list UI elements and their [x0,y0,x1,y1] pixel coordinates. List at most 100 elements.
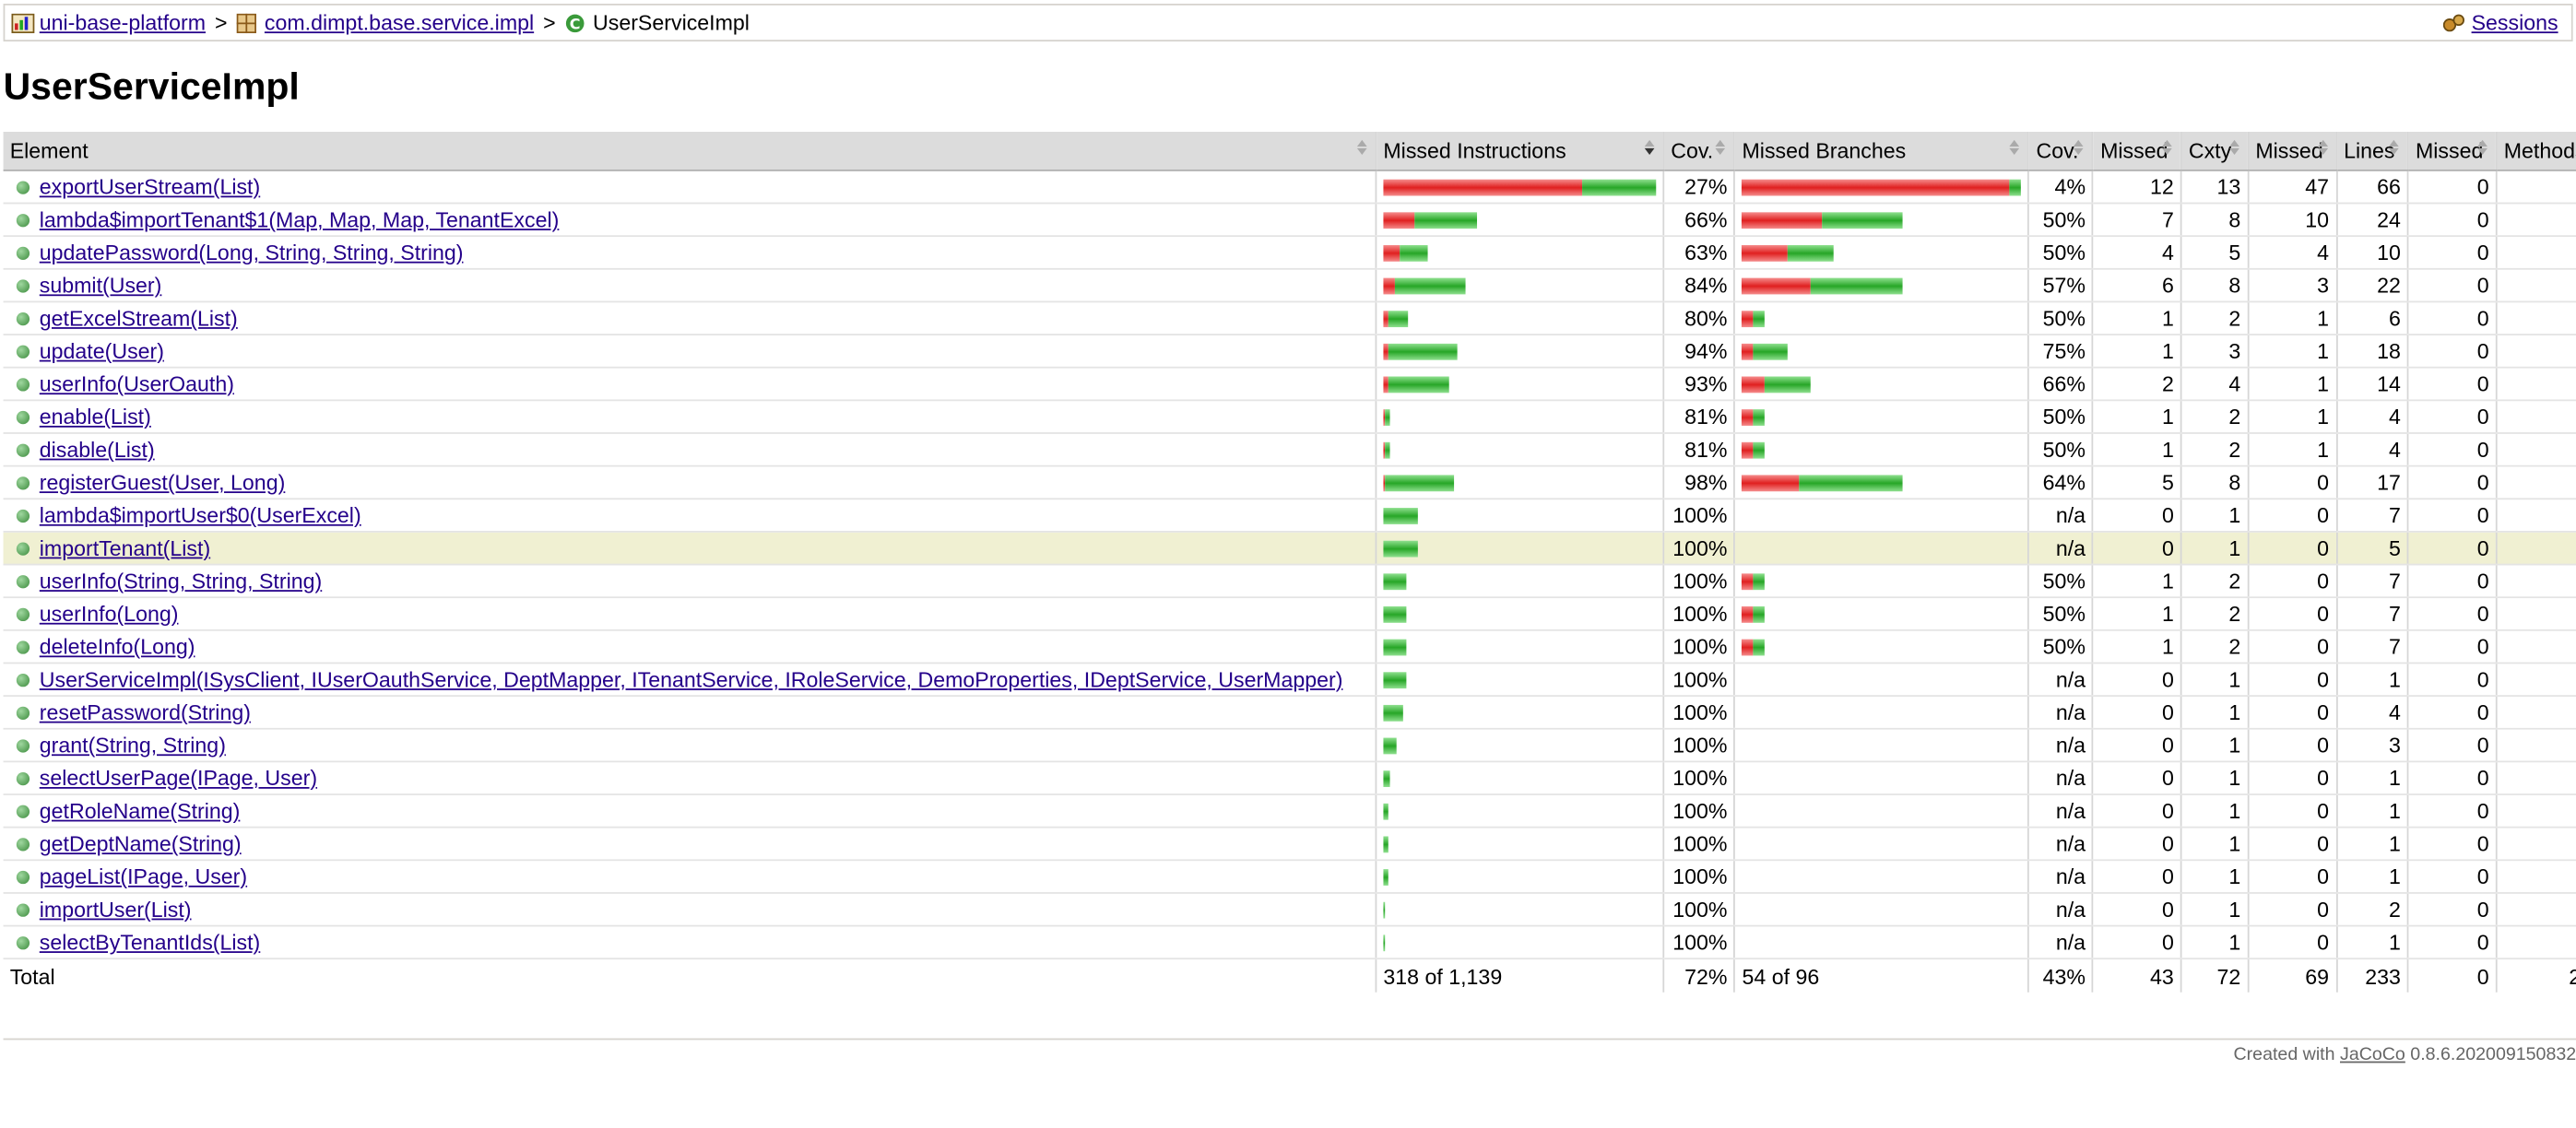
column-header-cxty-missed[interactable]: Missed [2092,131,2181,171]
total-methods-missed: 0 [2407,958,2497,993]
total-lines-missed: 69 [2247,958,2337,993]
branches-missed-bar [1742,639,1754,656]
breadcrumb-package-link[interactable]: com.dimpt.base.service.impl [265,10,534,35]
branches-missed-bar [1742,343,1754,360]
instructions-missed-bar [1383,244,1400,262]
instructions-covered-bar [1383,770,1390,788]
table-row: pageList(IPage, User)100%n/a010101 [3,860,2576,894]
method-link[interactable]: deleteInfo(Long) [40,634,195,659]
cxty-missed-cell: 0 [2092,827,2181,862]
lines-cell: 7 [2335,564,2408,599]
branches-bar-cell [1733,794,2029,828]
element-cell: selectByTenantIds(List) [3,925,1377,960]
footer: Created with JaCoCo 0.8.6.202009150832 [3,1038,2576,1064]
branches-bar-cell [1733,629,2029,664]
cxty-cell: 2 [2180,432,2249,467]
method-link[interactable]: submit(User) [40,273,162,298]
lines-cell: 4 [2335,432,2408,467]
column-header-missed-instructions[interactable]: Missed Instructions [1375,131,1664,171]
instructions-bar-cell [1375,925,1664,960]
element-cell: grant(String, String) [3,728,1377,763]
instr-cov-cell: 100% [1662,629,1735,664]
method-link[interactable]: exportUserStream(List) [40,174,260,199]
method-link[interactable]: lambda$importTenant$1(Map, Map, Map, Ten… [40,207,560,232]
branches-bar-cell [1733,335,2029,369]
methods-cell: 1 [2495,301,2576,335]
column-header-methods[interactable]: Methods [2495,131,2576,171]
method-link[interactable]: getDeptName(String) [40,831,242,856]
cxty-missed-cell: 5 [2092,465,2181,500]
sessions-link[interactable]: Sessions [2472,10,2558,35]
methods-cell: 1 [2495,400,2576,434]
cxty-cell: 1 [2180,892,2249,927]
method-link[interactable]: lambda$importUser$0(UserExcel) [40,503,361,528]
method-link[interactable]: userInfo(String, String, String) [40,569,322,593]
method-link[interactable]: userInfo(UserOauth) [40,371,234,396]
branch-cov-cell: n/a [2027,827,2094,862]
branches-covered-bar [1753,441,1766,459]
method-link[interactable]: importUser(List) [40,897,192,922]
cxty-cell: 1 [2180,728,2249,763]
cxty-missed-cell: 0 [2092,925,2181,960]
lines-cell: 66 [2335,170,2408,205]
method-link[interactable]: disable(List) [40,437,155,462]
table-row: getExcelStream(List)80%50%121601 [3,301,2576,335]
column-label: Lines [2344,138,2395,163]
branches-bar-cell [1733,860,2029,894]
methods-missed-cell: 0 [2407,432,2497,467]
element-cell: UserServiceImpl(ISysClient, IUserOauthSe… [3,663,1377,698]
column-header-instr-cov[interactable]: Cov. [1662,131,1735,171]
jacoco-link[interactable]: JaCoCo [2340,1045,2405,1064]
column-header-branch-cov[interactable]: Cov. [2027,131,2094,171]
branches-covered-bar [1788,244,1835,262]
cxty-missed-cell: 0 [2092,499,2181,533]
cxty-missed-cell: 0 [2092,794,2181,828]
method-link[interactable]: selectByTenantIds(List) [40,930,261,955]
methods-missed-cell: 0 [2407,367,2497,402]
column-header-missed-branches[interactable]: Missed Branches [1733,131,2029,171]
method-icon [16,805,30,818]
instr-cov-cell: 93% [1662,367,1735,402]
lines-cell: 7 [2335,499,2408,533]
method-link[interactable]: importTenant(List) [40,535,210,560]
table-row: getRoleName(String)100%n/a010101 [3,794,2576,828]
column-header-cxty[interactable]: Cxty [2180,131,2249,171]
method-link[interactable]: update(User) [40,339,164,364]
breadcrumb-project-link[interactable]: uni-base-platform [40,10,206,35]
method-link[interactable]: registerGuest(User, Long) [40,470,286,495]
method-link[interactable]: pageList(IPage, User) [40,864,247,889]
instructions-bar-cell [1375,301,1664,335]
method-link[interactable]: UserServiceImpl(ISysClient, IUserOauthSe… [40,667,1343,692]
column-header-element[interactable]: Element [3,131,1377,171]
instructions-covered-bar [1383,672,1407,689]
table-row: lambda$importUser$0(UserExcel) 100% n/a 0 1 0… [3,499,2576,533]
instr-cov-cell: 27% [1662,170,1735,205]
method-link[interactable]: getExcelStream(List) [40,306,238,331]
method-link[interactable]: enable(List) [40,405,151,429]
cxty-missed-cell: 0 [2092,663,2181,698]
branches-covered-bar [1753,605,1766,623]
method-icon [16,443,30,457]
instr-cov-cell: 100% [1662,892,1735,927]
table-row: disable(List)81%50%121401 [3,432,2576,467]
method-link[interactable]: resetPassword(String) [40,700,251,725]
lines-cell: 18 [2335,335,2408,369]
column-header-methods-missed[interactable]: Missed [2407,131,2497,171]
lines-missed-cell: 0 [2247,663,2337,698]
branches-bar-cell [1733,564,2029,599]
method-link[interactable]: userInfo(Long) [40,602,179,627]
column-header-lines-missed[interactable]: Missed [2247,131,2337,171]
instr-cov-cell: 100% [1662,564,1735,599]
method-link[interactable]: selectUserPage(IPage, User) [40,766,317,791]
instructions-covered-bar [1383,901,1386,919]
method-link[interactable]: updatePassword(Long, String, String, Str… [40,241,464,265]
table-row: update(User)94%75%1311801 [3,335,2576,369]
column-header-lines[interactable]: Lines [2335,131,2408,171]
cxty-missed-cell: 1 [2092,564,2181,599]
method-link[interactable]: grant(String, String) [40,733,226,758]
branches-covered-bar [2009,179,2022,196]
method-icon [16,607,30,622]
instr-cov-cell: 100% [1662,860,1735,894]
method-link[interactable]: getRoleName(String) [40,798,241,823]
instr-cov-cell: 80% [1662,301,1735,335]
